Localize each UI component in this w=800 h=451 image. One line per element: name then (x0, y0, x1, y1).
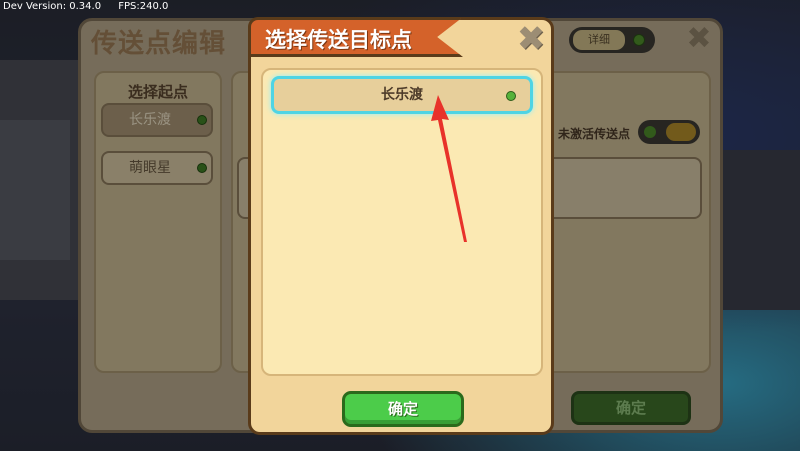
dialog-title: 选择传送目标点 (265, 28, 412, 52)
destination-label: 长乐渡 (381, 87, 423, 103)
destination-list: 长乐渡 (261, 68, 543, 376)
version-text: Dev Version: 0.34.0 (3, 1, 102, 12)
select-destination-dialog: 选择传送目标点 ✖ 长乐渡 确定 (248, 17, 554, 435)
debug-info: Dev Version: 0.34.0 FPS:240.0 (3, 1, 182, 12)
confirm-button[interactable]: 确定 (342, 391, 464, 427)
destination-item[interactable]: 长乐渡 (271, 76, 533, 114)
status-dot-icon (506, 91, 516, 101)
fps-text: FPS:240.0 (118, 1, 169, 12)
close-icon[interactable]: ✖ (514, 22, 548, 56)
